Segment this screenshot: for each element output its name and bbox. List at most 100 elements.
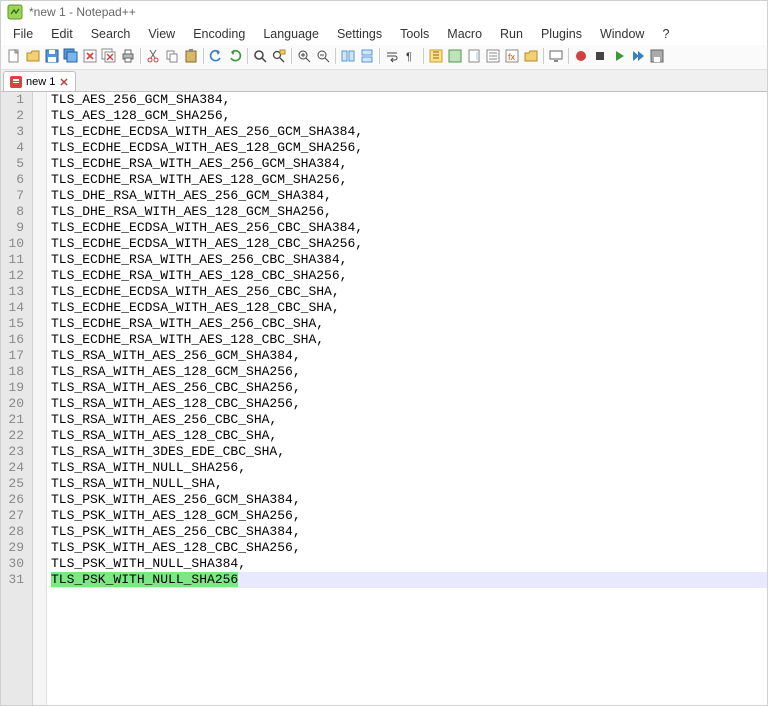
tab-close-icon[interactable] [59, 77, 69, 87]
toolbar-separator [335, 48, 336, 64]
sync-hscroll-icon[interactable] [358, 47, 376, 65]
code-line[interactable]: TLS_PSK_WITH_AES_256_GCM_SHA384, [51, 492, 767, 508]
code-line[interactable]: TLS_RSA_WITH_3DES_EDE_CBC_SHA, [51, 444, 767, 460]
code-line[interactable]: TLS_ECDHE_ECDSA_WITH_AES_128_GCM_SHA256, [51, 140, 767, 156]
line-number: 16 [5, 332, 24, 348]
code-line[interactable]: TLS_RSA_WITH_AES_256_CBC_SHA, [51, 412, 767, 428]
titlebar: *new 1 - Notepad++ [1, 1, 767, 23]
menu-[interactable]: ? [654, 25, 677, 43]
code-line[interactable]: TLS_AES_128_GCM_SHA256, [51, 108, 767, 124]
menubar: FileEditSearchViewEncodingLanguageSettin… [1, 23, 767, 45]
cut-icon[interactable] [144, 47, 162, 65]
redo-icon[interactable] [226, 47, 244, 65]
menu-plugins[interactable]: Plugins [533, 25, 590, 43]
find-icon[interactable] [251, 47, 269, 65]
code-line[interactable]: TLS_PSK_WITH_AES_256_CBC_SHA384, [51, 524, 767, 540]
menu-window[interactable]: Window [592, 25, 652, 43]
code-line[interactable]: TLS_ECDHE_RSA_WITH_AES_256_CBC_SHA, [51, 316, 767, 332]
indent-guide-icon[interactable] [427, 47, 445, 65]
tab-modified-icon [10, 76, 22, 88]
code-line[interactable]: TLS_PSK_WITH_AES_128_CBC_SHA256, [51, 540, 767, 556]
toolbar-separator [379, 48, 380, 64]
close-all-icon[interactable] [100, 47, 118, 65]
code-line[interactable]: TLS_PSK_WITH_NULL_SHA256 [51, 572, 767, 588]
code-line[interactable]: TLS_PSK_WITH_NULL_SHA384, [51, 556, 767, 572]
record-macro-icon[interactable] [572, 47, 590, 65]
code-area[interactable]: TLS_AES_256_GCM_SHA384,TLS_AES_128_GCM_S… [47, 92, 767, 705]
line-number: 30 [5, 556, 24, 572]
selection-highlight: TLS_PSK_WITH_NULL_SHA256 [51, 572, 238, 587]
code-line[interactable]: TLS_ECDHE_RSA_WITH_AES_128_CBC_SHA, [51, 332, 767, 348]
replace-icon[interactable] [270, 47, 288, 65]
editor[interactable]: 1234567891011121314151617181920212223242… [1, 92, 767, 705]
print-icon[interactable] [119, 47, 137, 65]
play-macro-multi-icon[interactable] [629, 47, 647, 65]
code-line[interactable]: TLS_DHE_RSA_WITH_AES_256_GCM_SHA384, [51, 188, 767, 204]
show-all-chars-icon[interactable]: ¶ [402, 47, 420, 65]
copy-icon[interactable] [163, 47, 181, 65]
app-icon [7, 4, 23, 20]
line-number: 14 [5, 300, 24, 316]
menu-tools[interactable]: Tools [392, 25, 437, 43]
menu-settings[interactable]: Settings [329, 25, 390, 43]
menu-macro[interactable]: Macro [439, 25, 490, 43]
toolbar: ¶ fx [1, 45, 767, 70]
line-number: 29 [5, 540, 24, 556]
paste-icon[interactable] [182, 47, 200, 65]
zoom-in-icon[interactable] [295, 47, 313, 65]
menu-edit[interactable]: Edit [43, 25, 81, 43]
code-line[interactable]: TLS_DHE_RSA_WITH_AES_128_GCM_SHA256, [51, 204, 767, 220]
stop-macro-icon[interactable] [591, 47, 609, 65]
code-line[interactable]: TLS_AES_256_GCM_SHA384, [51, 92, 767, 108]
zoom-out-icon[interactable] [314, 47, 332, 65]
code-line[interactable]: TLS_RSA_WITH_AES_128_CBC_SHA, [51, 428, 767, 444]
line-number: 18 [5, 364, 24, 380]
folder-workspace-icon[interactable] [522, 47, 540, 65]
save-macro-icon[interactable] [648, 47, 666, 65]
code-line[interactable]: TLS_RSA_WITH_NULL_SHA, [51, 476, 767, 492]
code-line[interactable]: TLS_ECDHE_RSA_WITH_AES_256_CBC_SHA384, [51, 252, 767, 268]
sync-vscroll-icon[interactable] [339, 47, 357, 65]
doc-list-icon[interactable] [484, 47, 502, 65]
line-number: 4 [5, 140, 24, 156]
tab-label: new 1 [26, 76, 55, 88]
menu-search[interactable]: Search [83, 25, 139, 43]
menu-file[interactable]: File [5, 25, 41, 43]
close-icon[interactable] [81, 47, 99, 65]
code-line[interactable]: TLS_RSA_WITH_AES_256_CBC_SHA256, [51, 380, 767, 396]
menu-language[interactable]: Language [255, 25, 327, 43]
undo-icon[interactable] [207, 47, 225, 65]
code-line[interactable]: TLS_ECDHE_ECDSA_WITH_AES_128_CBC_SHA256, [51, 236, 767, 252]
word-wrap-icon[interactable] [383, 47, 401, 65]
code-line[interactable]: TLS_ECDHE_RSA_WITH_AES_256_GCM_SHA384, [51, 156, 767, 172]
line-number: 1 [5, 92, 24, 108]
code-line[interactable]: TLS_ECDHE_RSA_WITH_AES_128_CBC_SHA256, [51, 268, 767, 284]
save-icon[interactable] [43, 47, 61, 65]
code-line[interactable]: TLS_ECDHE_RSA_WITH_AES_128_GCM_SHA256, [51, 172, 767, 188]
code-line[interactable]: TLS_RSA_WITH_AES_128_CBC_SHA256, [51, 396, 767, 412]
play-macro-icon[interactable] [610, 47, 628, 65]
code-line[interactable]: TLS_ECDHE_ECDSA_WITH_AES_256_CBC_SHA384, [51, 220, 767, 236]
code-line[interactable]: TLS_RSA_WITH_NULL_SHA256, [51, 460, 767, 476]
code-line[interactable]: TLS_ECDHE_ECDSA_WITH_AES_256_GCM_SHA384, [51, 124, 767, 140]
function-list-icon[interactable]: fx [503, 47, 521, 65]
open-file-icon[interactable] [24, 47, 42, 65]
code-line[interactable]: TLS_ECDHE_ECDSA_WITH_AES_128_CBC_SHA, [51, 300, 767, 316]
code-line[interactable]: TLS_RSA_WITH_AES_256_GCM_SHA384, [51, 348, 767, 364]
code-line[interactable]: TLS_PSK_WITH_AES_128_GCM_SHA256, [51, 508, 767, 524]
code-line[interactable]: TLS_RSA_WITH_AES_128_GCM_SHA256, [51, 364, 767, 380]
menu-view[interactable]: View [140, 25, 183, 43]
menu-run[interactable]: Run [492, 25, 531, 43]
toolbar-separator [543, 48, 544, 64]
monitor-icon[interactable] [547, 47, 565, 65]
toolbar-separator [423, 48, 424, 64]
new-file-icon[interactable] [5, 47, 23, 65]
save-all-icon[interactable] [62, 47, 80, 65]
doc-map-icon[interactable] [465, 47, 483, 65]
code-line[interactable]: TLS_ECDHE_ECDSA_WITH_AES_256_CBC_SHA, [51, 284, 767, 300]
user-lang-icon[interactable] [446, 47, 464, 65]
toolbar-separator [568, 48, 569, 64]
menu-encoding[interactable]: Encoding [185, 25, 253, 43]
line-number: 26 [5, 492, 24, 508]
file-tab[interactable]: new 1 [3, 71, 76, 91]
